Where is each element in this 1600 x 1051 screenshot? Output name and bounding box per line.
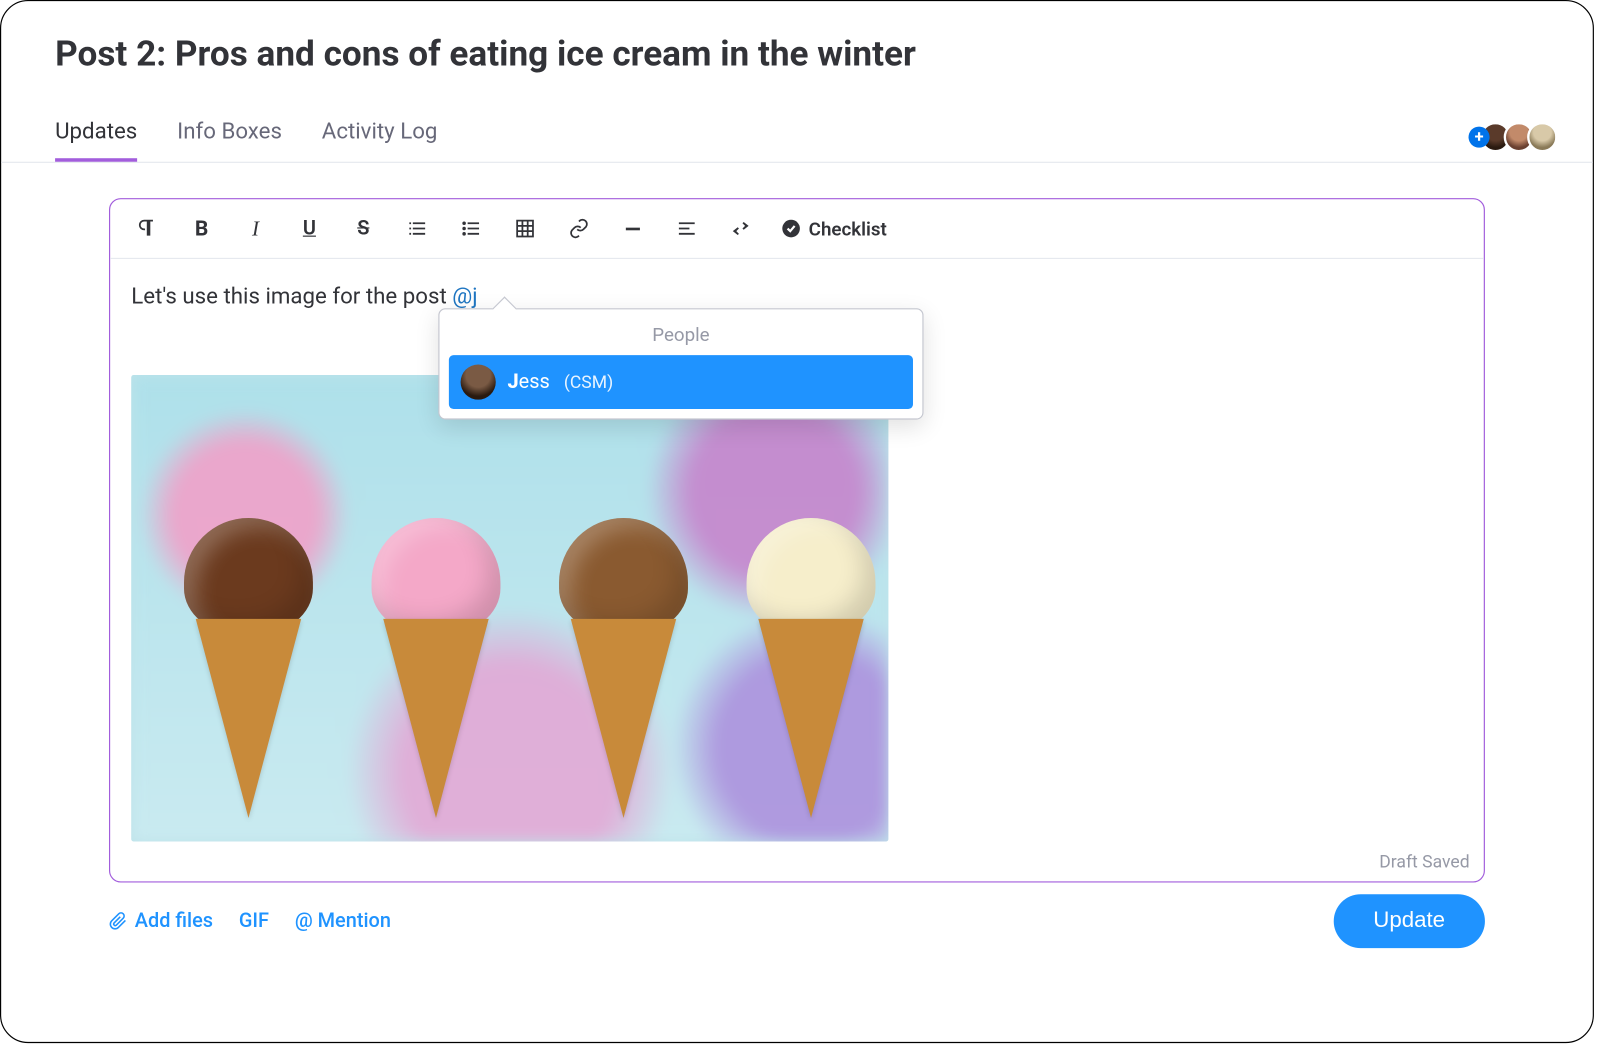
mention-popover: People Jess (CSM) [438,308,923,419]
tabs: Updates Info Boxes Activity Log [55,117,437,162]
mention-section-title: People [449,321,913,355]
strikethrough-icon[interactable]: S [340,211,387,246]
rich-text-editor[interactable]: B I U S Checklist Let's use this image f… [109,198,1485,882]
post-title: Post 2: Pros and cons of eating ice crea… [1,1,1593,75]
add-collaborator-button[interactable]: + [1469,127,1490,148]
editor-body[interactable]: Let's use this image for the post @j Peo… [110,259,1484,846]
ordered-list-icon[interactable] [394,211,441,246]
mention-button[interactable]: @ Mention [295,909,391,932]
checklist-button[interactable]: Checklist [771,217,896,239]
link-icon[interactable] [556,211,603,246]
align-icon[interactable] [663,211,710,246]
bold-icon[interactable]: B [178,211,225,246]
gif-button[interactable]: GIF [239,909,269,932]
editor-footer: Add files GIF @ Mention Update [109,883,1485,949]
underline-icon[interactable]: U [286,211,333,246]
italic-icon[interactable]: I [232,211,279,246]
attached-image[interactable] [131,375,888,841]
mention-name: Jess [507,370,549,393]
editor-area: B I U S Checklist Let's use this image f… [1,163,1593,972]
mention-query: @j [452,282,477,309]
post-panel: Post 2: Pros and cons of eating ice crea… [0,0,1594,1043]
tabs-row: Updates Info Boxes Activity Log + [1,117,1593,163]
checklist-label: Checklist [809,217,887,239]
unordered-list-icon[interactable] [448,211,495,246]
tab-updates[interactable]: Updates [55,117,137,162]
check-circle-icon [781,218,802,239]
avatar [461,364,496,399]
draft-status: Draft Saved [110,846,1484,881]
mention-result[interactable]: Jess (CSM) [449,355,913,409]
swap-icon[interactable] [717,211,764,246]
add-files-button[interactable]: Add files [109,909,213,932]
paragraph-icon[interactable] [124,211,171,246]
editor-toolbar: B I U S Checklist [110,199,1484,259]
editor-text: Let's use this image for the post [131,282,452,309]
table-icon[interactable] [502,211,549,246]
update-button[interactable]: Update [1333,894,1485,948]
hr-icon[interactable] [609,211,656,246]
mention-role: (CSM) [564,372,613,393]
avatar[interactable] [1527,122,1557,152]
collaborator-avatars: + [1476,122,1558,157]
paperclip-icon [109,912,128,931]
tab-activity-log[interactable]: Activity Log [322,117,438,162]
tab-info-boxes[interactable]: Info Boxes [177,117,282,162]
